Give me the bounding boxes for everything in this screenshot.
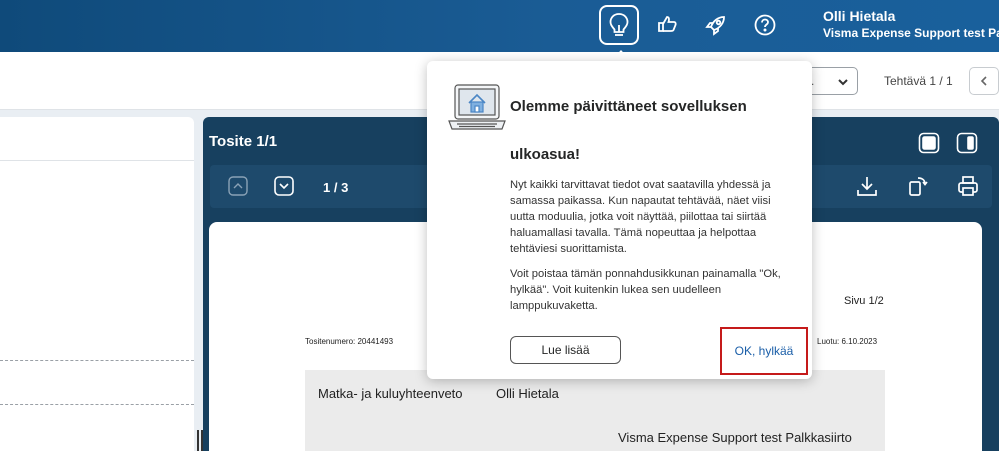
help-icon[interactable]	[746, 6, 784, 44]
thumbs-icon[interactable]	[648, 6, 686, 44]
page-up-button[interactable]	[228, 176, 248, 196]
created-date: Luotu: 6.10.2023	[817, 337, 878, 346]
chevron-down-icon	[274, 176, 294, 196]
task-counter: Tehtävä 1 / 1	[884, 74, 953, 88]
dashed-divider	[0, 404, 194, 405]
document-summary-box: Matka- ja kuluyhteenveto Olli Hietala Vi…	[305, 370, 885, 451]
rocket-icon[interactable]	[697, 6, 735, 44]
viewer-title: Tosite 1/1	[209, 133, 278, 150]
document-person-name: Olli Hietala	[496, 386, 559, 401]
chevron-left-icon	[980, 76, 987, 86]
layout-single-icon[interactable]	[917, 131, 941, 155]
update-popup: Olemme päivittäneet sovelluksen ulkoasua…	[427, 61, 812, 379]
popup-title: Olemme päivittäneet sovelluksen ulkoasua…	[510, 98, 747, 163]
dashed-divider	[0, 360, 194, 361]
previous-task-button[interactable]	[969, 67, 999, 95]
document-company: Visma Expense Support test Palkkasiirto	[618, 430, 852, 445]
top-navigation-bar: Olli Hietala Visma Expense Support test …	[0, 0, 999, 52]
user-company[interactable]: Visma Expense Support test Pa	[823, 26, 999, 40]
user-name[interactable]: Olli Hietala	[823, 8, 895, 24]
dismiss-button[interactable]: OK, hylkää	[720, 327, 808, 375]
page-indicator: 1 / 3	[323, 180, 349, 195]
read-more-button[interactable]: Lue lisää	[510, 336, 621, 364]
chevron-down-icon	[837, 75, 849, 93]
document-heading: Matka- ja kuluyhteenveto	[318, 386, 463, 401]
page-label: Sivu 1/2	[844, 295, 884, 307]
rotate-icon[interactable]	[905, 174, 929, 198]
laptop-home-icon	[447, 81, 507, 142]
left-panel	[0, 117, 194, 451]
divider	[0, 160, 194, 161]
page-down-button[interactable]	[274, 176, 294, 196]
popup-body-text: Nyt kaikki tarvittavat tiedot ovat saata…	[510, 179, 771, 255]
download-icon[interactable]	[855, 174, 879, 198]
chevron-up-icon	[228, 176, 248, 196]
layout-split-icon[interactable]	[955, 131, 979, 155]
voucher-number: Tositenumero: 20441493	[305, 337, 394, 346]
print-icon[interactable]	[956, 174, 980, 198]
lightbulb-icon[interactable]	[599, 5, 639, 45]
popup-body-text-secondary: Voit poistaa tämän ponnahdusikkunan pain…	[510, 268, 781, 312]
